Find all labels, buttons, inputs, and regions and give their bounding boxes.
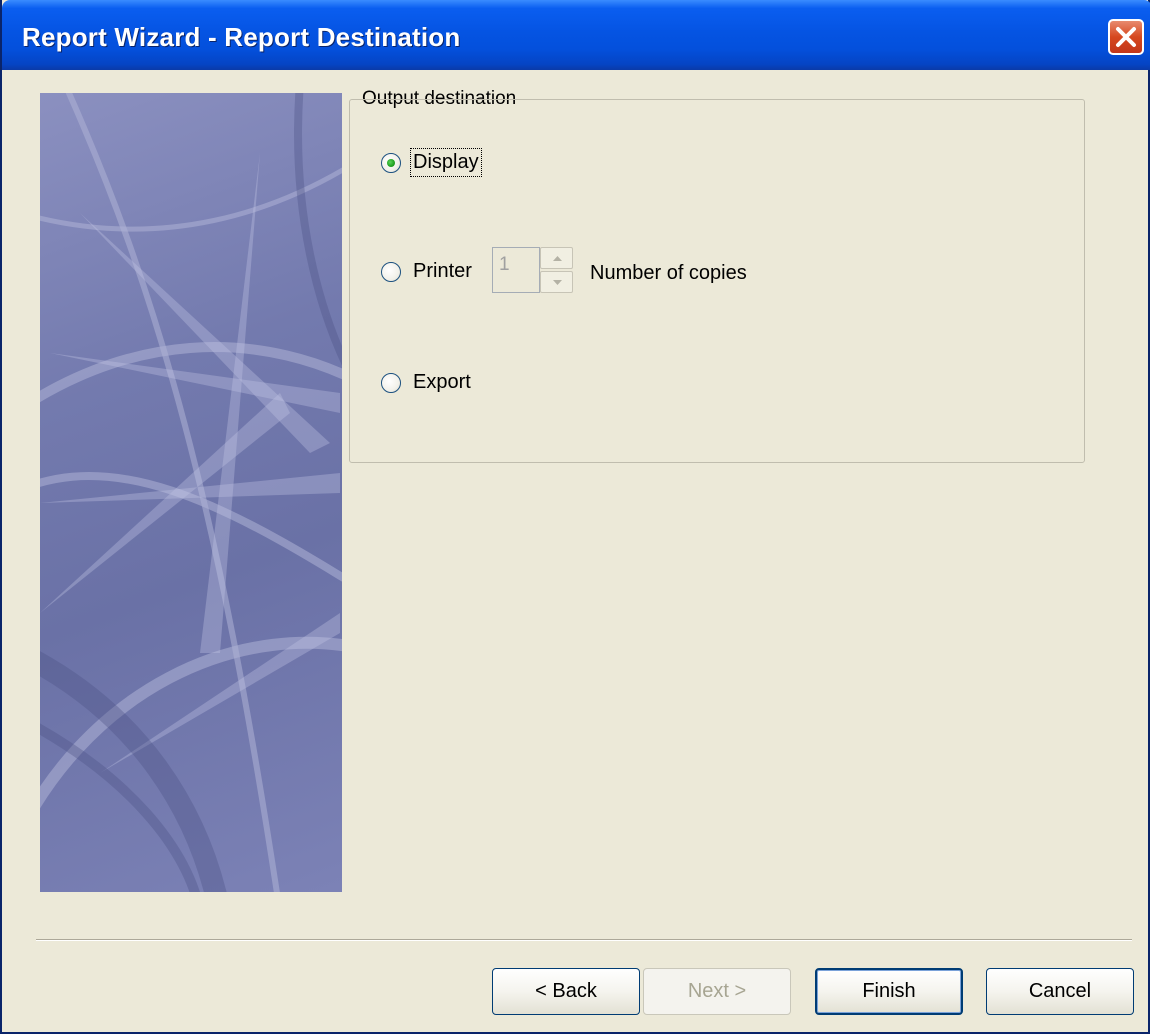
title-bar[interactable]: Report Wizard - Report Destination	[2, 0, 1150, 70]
spin-down-button[interactable]	[540, 271, 573, 293]
finish-button[interactable]: Finish	[815, 968, 963, 1015]
cancel-button[interactable]: Cancel	[986, 968, 1134, 1015]
wizard-banner-image	[40, 93, 342, 892]
copies-spinner[interactable]	[540, 247, 573, 293]
radio-display-label: Display	[410, 148, 482, 177]
next-button[interactable]: Next >	[643, 968, 791, 1015]
radio-display-button[interactable]	[381, 152, 401, 173]
radio-printer-label: Printer	[413, 260, 472, 282]
report-wizard-dialog: Report Wizard - Report Destination Outpu…	[0, 0, 1150, 1034]
number-of-copies-label: Number of copies	[590, 262, 747, 284]
radio-printer[interactable]: Printer	[381, 260, 472, 283]
copies-input[interactable]: 1	[492, 247, 540, 293]
close-button[interactable]	[1108, 19, 1144, 55]
window-title: Report Wizard - Report Destination	[22, 22, 461, 52]
radio-printer-button[interactable]	[381, 261, 401, 282]
radio-selected-dot	[387, 158, 395, 167]
radio-export[interactable]: Export	[381, 371, 471, 394]
radio-export-button[interactable]	[381, 372, 401, 393]
radio-export-label: Export	[413, 371, 471, 393]
radio-display[interactable]: Display	[381, 148, 482, 177]
spin-up-button[interactable]	[540, 247, 573, 269]
back-button[interactable]: < Back	[492, 968, 640, 1015]
footer-separator	[36, 939, 1132, 941]
